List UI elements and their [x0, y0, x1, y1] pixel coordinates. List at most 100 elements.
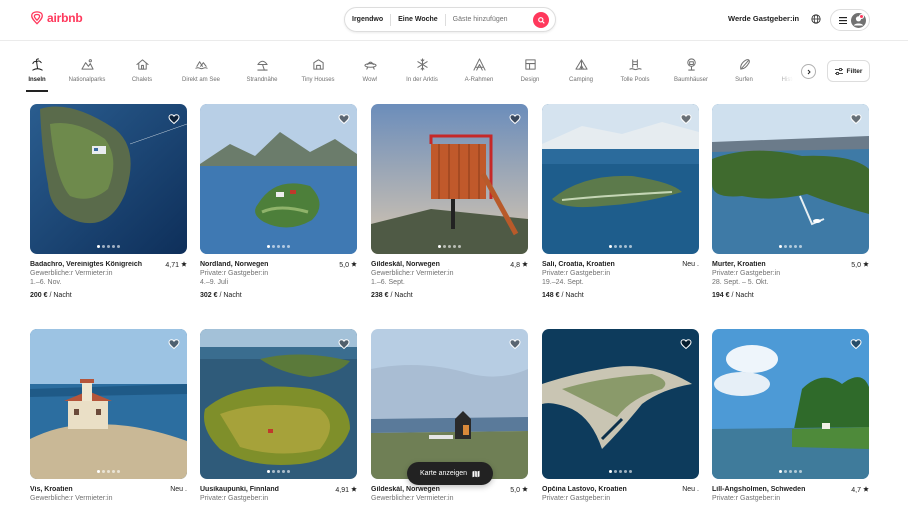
listing-card[interactable]: Vis, Kroatien Neu . Gewerbliche:r Vermie… — [30, 329, 187, 510]
category-tiny-houses[interactable]: Tiny Houses — [294, 55, 342, 92]
pagination-dot[interactable] — [117, 245, 120, 248]
category-strandnähe[interactable]: Strandnähe — [241, 55, 283, 92]
category-surfen[interactable]: Surfen — [726, 55, 762, 92]
category-baumhäuser[interactable]: Baumhäuser — [667, 55, 715, 92]
heart-icon[interactable] — [509, 337, 521, 350]
pagination-dot[interactable] — [619, 245, 622, 248]
search-where[interactable]: Irgendwo — [345, 16, 390, 23]
pagination-dot[interactable] — [438, 245, 441, 248]
pagination-dot[interactable] — [272, 470, 275, 473]
pagination-dot[interactable] — [443, 245, 446, 248]
listing-card[interactable]: Murter, Kroatien 5,0 Private:r Gastgeber… — [712, 104, 869, 309]
user-menu-button[interactable] — [830, 9, 870, 31]
category-in-der-arktis[interactable]: In der Arktis — [398, 55, 446, 92]
pagination-dot[interactable] — [458, 245, 461, 248]
pagination-dot[interactable] — [287, 245, 290, 248]
pagination-dot[interactable] — [453, 245, 456, 248]
pagination-dot[interactable] — [799, 245, 802, 248]
pagination-dot[interactable] — [267, 470, 270, 473]
heart-icon[interactable] — [509, 112, 521, 125]
pagination-dot[interactable] — [267, 245, 270, 248]
listing-card[interactable]: Sali, Croatia, Kroatien Neu . Private:r … — [542, 104, 699, 309]
category-scroll-next-button[interactable] — [801, 64, 816, 79]
airbnb-logo[interactable]: airbnb — [30, 10, 83, 26]
show-map-button[interactable]: Karte anzeigen — [407, 462, 493, 485]
search-when[interactable]: Eine Woche — [391, 16, 445, 23]
listing-photo[interactable] — [542, 104, 699, 254]
become-host-link[interactable]: Werde Gastgeber:in — [728, 14, 799, 23]
globe-icon[interactable] — [811, 14, 821, 24]
pagination-dot[interactable] — [609, 245, 612, 248]
listing-photo[interactable] — [712, 329, 869, 479]
pagination-dot[interactable] — [448, 245, 451, 248]
pagination-dot[interactable] — [629, 470, 632, 473]
pagination-dot[interactable] — [97, 245, 100, 248]
heart-icon[interactable] — [850, 337, 862, 350]
pagination-dot[interactable] — [112, 470, 115, 473]
pagination-dot[interactable] — [609, 470, 612, 473]
pagination-dot[interactable] — [107, 470, 110, 473]
pagination-dot[interactable] — [277, 470, 280, 473]
pagination-dot[interactable] — [784, 245, 787, 248]
search-button[interactable] — [533, 12, 549, 28]
listing-photo[interactable] — [712, 104, 869, 254]
listing-photo[interactable] — [371, 104, 528, 254]
filter-button[interactable]: Filter — [827, 60, 870, 82]
category-wow-[interactable]: Wow! — [353, 55, 387, 92]
listing-card[interactable]: Nordland, Norwegen 5,0 Private:r Gastgeb… — [200, 104, 357, 309]
pagination-dot[interactable] — [794, 470, 797, 473]
pagination-dot[interactable] — [624, 470, 627, 473]
pagination-dot[interactable] — [629, 245, 632, 248]
heart-icon[interactable] — [680, 112, 692, 125]
category-chalets[interactable]: Chalets — [123, 55, 161, 92]
pagination-dot[interactable] — [272, 245, 275, 248]
pagination-dot[interactable] — [794, 245, 797, 248]
listing-photo[interactable] — [200, 104, 357, 254]
listing-card[interactable]: Opčina Lastovo, Kroatien Neu . Private:r… — [542, 329, 699, 510]
heart-icon[interactable] — [168, 112, 180, 125]
category-nationalparks[interactable]: Nationalparks — [62, 55, 112, 92]
pagination-dot[interactable] — [102, 245, 105, 248]
search-guests[interactable]: Gäste hinzufügen — [446, 16, 515, 23]
pagination-dot[interactable] — [287, 470, 290, 473]
pagination-dot[interactable] — [107, 245, 110, 248]
pagination-dot[interactable] — [799, 470, 802, 473]
listing-photo[interactable] — [542, 329, 699, 479]
pagination-dot[interactable] — [97, 470, 100, 473]
heart-icon[interactable] — [338, 337, 350, 350]
pagination-dot[interactable] — [789, 245, 792, 248]
listing-card[interactable]: Lill-Ängsholmen, Schweden 4,7 Private:r … — [712, 329, 869, 510]
search-bar[interactable]: Irgendwo Eine Woche Gäste hinzufügen — [344, 7, 556, 32]
pagination-dot[interactable] — [614, 245, 617, 248]
pagination-dot[interactable] — [282, 470, 285, 473]
category-tolle-pools[interactable]: Tolle Pools — [614, 55, 656, 92]
category-camping[interactable]: Camping — [559, 55, 603, 92]
listing-card[interactable]: Uusikaupunki, Finnland 4,91 Private:r Ga… — [200, 329, 357, 510]
listing-card[interactable]: Badachro, Vereinigtes Königreich 4,71 Ge… — [30, 104, 187, 309]
pagination-dot[interactable] — [277, 245, 280, 248]
pagination-dot[interactable] — [614, 470, 617, 473]
pagination-dot[interactable] — [112, 245, 115, 248]
heart-icon[interactable] — [338, 112, 350, 125]
category-a-rahmen[interactable]: A-Rahmen — [457, 55, 501, 92]
pagination-dot[interactable] — [789, 470, 792, 473]
listing-photo[interactable] — [200, 329, 357, 479]
heart-icon[interactable] — [680, 337, 692, 350]
category-design[interactable]: Design — [512, 55, 548, 92]
listing-card[interactable]: Gildeskål, Norwegen 4,8 Gewerbliche:r Ve… — [371, 104, 528, 309]
heart-icon[interactable] — [850, 112, 862, 125]
pagination-dot[interactable] — [779, 245, 782, 248]
pagination-dot[interactable] — [117, 470, 120, 473]
category-direkt-am-see[interactable]: Direkt am See — [172, 55, 230, 92]
category-inseln[interactable]: Inseln — [26, 55, 48, 92]
pagination-dot[interactable] — [624, 245, 627, 248]
listing-photo[interactable] — [30, 329, 187, 479]
listing-photo[interactable] — [371, 329, 528, 479]
pagination-dot[interactable] — [619, 470, 622, 473]
pagination-dot[interactable] — [282, 245, 285, 248]
pagination-dot[interactable] — [102, 470, 105, 473]
pagination-dot[interactable] — [779, 470, 782, 473]
listing-photo[interactable] — [30, 104, 187, 254]
pagination-dot[interactable] — [784, 470, 787, 473]
heart-icon[interactable] — [168, 337, 180, 350]
